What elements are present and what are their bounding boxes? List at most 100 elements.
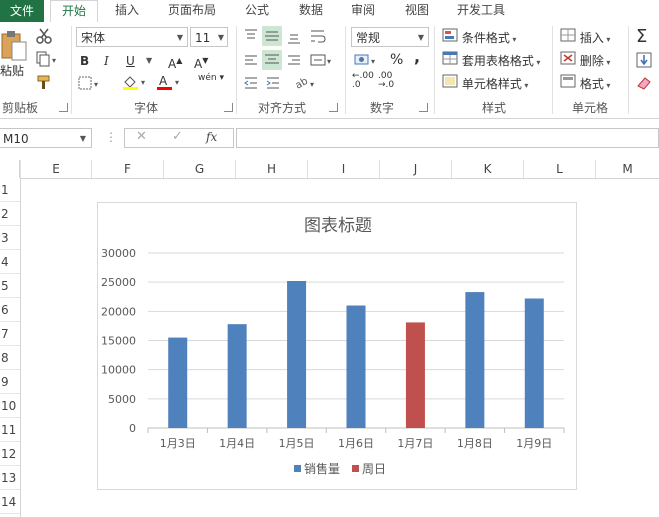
row-header[interactable]: 13 xyxy=(0,466,20,490)
clear-icon[interactable] xyxy=(636,76,652,93)
number-launcher-icon[interactable] xyxy=(419,103,428,112)
bar xyxy=(405,322,425,428)
row-header[interactable]: 10 xyxy=(0,394,20,418)
decrease-indent-icon[interactable] xyxy=(244,76,258,93)
cell-styles-button[interactable]: 单元格样式 ▾ xyxy=(442,74,528,95)
shrink-font-button[interactable]: A▼ xyxy=(194,52,208,73)
row-header[interactable]: 4 xyxy=(0,250,20,274)
column-header-j[interactable]: J xyxy=(379,160,451,178)
group-divider xyxy=(71,26,72,114)
row-header[interactable]: 9 xyxy=(0,370,20,394)
conditional-formatting-button[interactable]: 条件格式 ▾ xyxy=(442,28,516,49)
tab-file[interactable]: 文件 xyxy=(0,0,44,22)
format-painter-icon[interactable] xyxy=(36,74,52,93)
font-color-icon[interactable]: A ▾ xyxy=(156,74,184,93)
tab-data[interactable]: 数据 xyxy=(290,0,332,22)
column-header-i[interactable]: I xyxy=(307,160,379,178)
wrap-text-icon[interactable] xyxy=(310,28,326,47)
alignment-group-label: 对齐方式 xyxy=(258,101,307,115)
align-middle-icon[interactable] xyxy=(262,26,282,46)
row-header[interactable]: 14 xyxy=(0,490,20,514)
align-right-icon[interactable] xyxy=(287,54,301,71)
more-options-icon[interactable]: ⋮ xyxy=(105,130,117,144)
italic-button[interactable]: I xyxy=(104,52,109,70)
column-header-k[interactable]: K xyxy=(451,160,523,178)
tab-page-layout[interactable]: 页面布局 xyxy=(162,0,222,22)
accounting-format-icon[interactable]: ▾ xyxy=(354,52,380,71)
tab-view[interactable]: 视图 xyxy=(396,0,438,22)
align-center-icon[interactable] xyxy=(262,50,282,70)
insert-cells-button[interactable]: 插入 ▾ xyxy=(560,28,610,49)
enter-icon[interactable]: ✓ xyxy=(172,129,183,144)
tab-developer[interactable]: 开发工具 xyxy=(449,0,513,22)
format-cells-button[interactable]: 格式 ▾ xyxy=(560,74,610,95)
group-divider xyxy=(434,26,435,114)
x-tick-label: 1月4日 xyxy=(219,437,255,450)
x-tick-label: 1月6日 xyxy=(338,437,374,450)
percent-button[interactable]: % xyxy=(390,51,403,69)
align-top-icon[interactable] xyxy=(244,28,258,45)
align-bottom-icon[interactable] xyxy=(287,31,301,48)
fill-down-icon[interactable] xyxy=(636,52,652,71)
alignment-launcher-icon[interactable] xyxy=(329,103,338,112)
row-header[interactable]: 8 xyxy=(0,346,20,370)
y-tick-label: 20000 xyxy=(101,305,136,318)
cut-icon[interactable] xyxy=(36,28,52,47)
font-launcher-icon[interactable] xyxy=(224,103,233,112)
copy-icon[interactable]: ▾ xyxy=(36,51,62,70)
font-name-select[interactable]: 宋体 ▼ xyxy=(76,27,188,47)
format-as-table-button[interactable]: 套用表格格式 ▾ xyxy=(442,51,540,72)
column-header-f[interactable]: F xyxy=(91,160,163,178)
increase-indent-icon[interactable] xyxy=(266,76,280,93)
paste-button[interactable]: 粘贴 xyxy=(0,62,24,80)
y-tick-label: 15000 xyxy=(101,335,136,348)
svg-text:▾: ▾ xyxy=(52,56,56,65)
align-left-icon[interactable] xyxy=(244,54,258,71)
name-box[interactable]: M10 ▼ xyxy=(0,128,92,148)
underline-button[interactable]: U xyxy=(126,52,135,70)
insert-function-button[interactable]: fx xyxy=(206,130,217,144)
row-header[interactable]: 2 xyxy=(0,202,20,226)
comma-button[interactable]: , xyxy=(414,48,420,66)
phonetic-guide-button[interactable]: wén ▾ xyxy=(198,73,224,83)
x-tick-label: 1月8日 xyxy=(457,437,493,450)
column-header-h[interactable]: H xyxy=(235,160,307,178)
grow-font-button[interactable]: A▲ xyxy=(168,52,182,73)
column-header-l[interactable]: L xyxy=(523,160,595,178)
tab-review[interactable]: 审阅 xyxy=(342,0,384,22)
cancel-icon[interactable]: ✕ xyxy=(136,129,147,144)
tab-insert[interactable]: 插入 xyxy=(106,0,148,22)
increase-decimal-button[interactable]: ←.00 .0 xyxy=(352,72,374,90)
autosum-icon[interactable]: Σ xyxy=(636,26,647,47)
bold-button[interactable]: B xyxy=(80,52,89,70)
merge-center-icon[interactable]: ▾ xyxy=(310,52,334,71)
delete-cells-button[interactable]: 删除 ▾ xyxy=(560,51,610,72)
fill-color-icon[interactable]: ▾ xyxy=(122,74,150,93)
select-all-corner[interactable] xyxy=(0,160,20,178)
row-header[interactable]: 11 xyxy=(0,418,20,442)
format-as-table-label: 套用表格格式 xyxy=(461,54,534,68)
formula-input[interactable] xyxy=(236,128,659,148)
tab-formulas[interactable]: 公式 xyxy=(236,0,278,22)
row-header[interactable]: 5 xyxy=(0,274,20,298)
chart-title[interactable]: 图表标题 xyxy=(304,216,372,236)
svg-text:▾: ▾ xyxy=(327,57,331,66)
number-format-select[interactable]: 常规 ▼ xyxy=(351,27,429,47)
row-header[interactable]: 3 xyxy=(0,226,20,250)
row-header[interactable]: 7 xyxy=(0,322,20,346)
clipboard-launcher-icon[interactable] xyxy=(59,103,68,112)
chart-area[interactable]: 图表标题 0 5000 10000 15000 20000 25000 30000 1月3日 1… xyxy=(97,202,577,490)
conditional-formatting-label: 条件格式 xyxy=(461,31,510,45)
column-header-e[interactable]: E xyxy=(20,160,91,178)
row-header[interactable]: 6 xyxy=(0,298,20,322)
column-header-m[interactable]: M xyxy=(595,160,659,178)
column-header-g[interactable]: G xyxy=(163,160,235,178)
font-size-select[interactable]: 11 ▼ xyxy=(190,27,228,47)
borders-icon[interactable]: ▾ xyxy=(78,76,104,93)
tab-home[interactable]: 开始 xyxy=(50,0,98,24)
row-header[interactable]: 1 xyxy=(0,178,20,202)
decrease-decimal-button[interactable]: .00 →.0 xyxy=(378,72,394,90)
row-header[interactable]: 12 xyxy=(0,442,20,466)
orientation-icon[interactable]: ab ▾ xyxy=(294,75,320,94)
chevron-down-icon[interactable]: ▼ xyxy=(146,56,152,65)
